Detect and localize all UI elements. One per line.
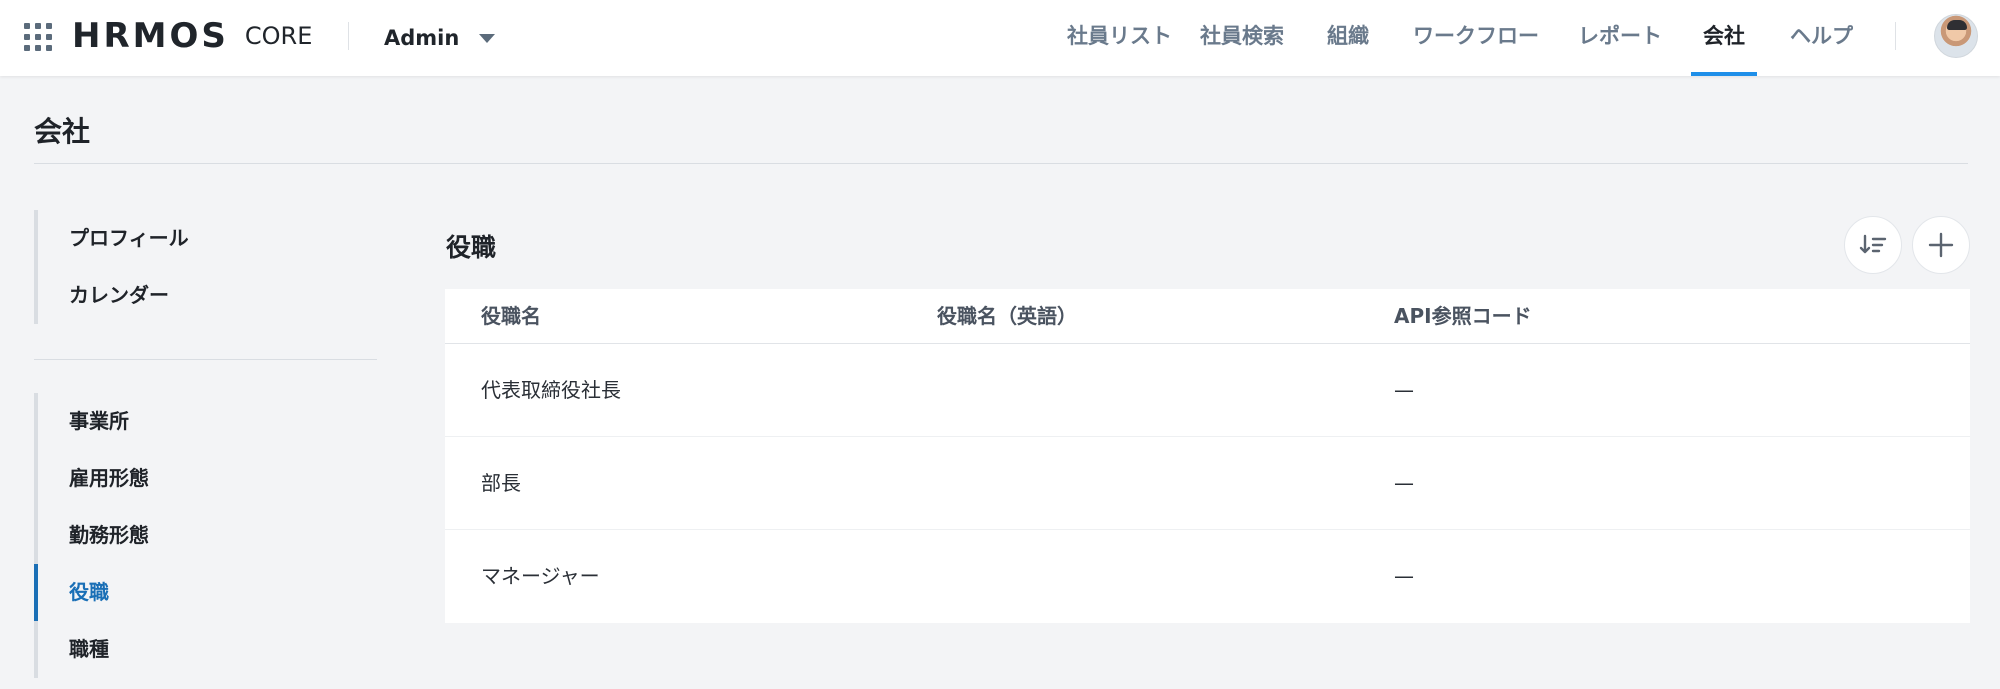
header-divider (348, 22, 349, 50)
sort-icon (1859, 234, 1887, 254)
column-header-name-english: 役職名（英語） (937, 304, 1077, 328)
header-divider (1895, 22, 1896, 50)
table-row[interactable]: 部長 — (445, 437, 1970, 530)
table-row[interactable]: 代表取締役社長 — (445, 344, 1970, 437)
nav-employee-search[interactable]: 社員検索 (1200, 0, 1284, 76)
nav-workflow[interactable]: ワークフロー (1413, 0, 1539, 76)
cell-api-code: — (1394, 564, 1414, 588)
logo-mark: HRMOS (72, 16, 229, 56)
nav-company[interactable]: 会社 (1691, 0, 1757, 76)
add-position-button[interactable] (1912, 216, 1970, 274)
logo-product: CORE (244, 22, 313, 50)
sidebar-item-job-types[interactable]: 職種 (38, 621, 149, 678)
column-header-name: 役職名 (481, 304, 541, 328)
nav-report[interactable]: レポート (1578, 0, 1662, 76)
cell-api-code: — (1394, 471, 1414, 495)
sidebar-item-profile[interactable]: プロフィール (38, 210, 189, 267)
section-title: 役職 (446, 233, 497, 262)
table-row[interactable]: マネージャー — (445, 530, 1970, 623)
cell-name: 代表取締役社長 (481, 378, 621, 402)
role-label: Admin (384, 26, 460, 50)
nav-help[interactable]: ヘルプ (1790, 0, 1853, 76)
app-grid-icon[interactable] (24, 23, 52, 51)
logo[interactable]: HRMOS CORE (72, 16, 312, 56)
sidebar-item-employment-types[interactable]: 雇用形態 (38, 450, 149, 507)
top-header: HRMOS CORE Admin 社員リスト 社員検索 組織 ワークフロー レポ… (0, 0, 2000, 76)
cell-name: マネージャー (481, 564, 600, 588)
plus-icon (1928, 232, 1954, 258)
page-title: 会社 (34, 115, 91, 148)
sort-button[interactable] (1844, 216, 1902, 274)
sidebar-item-work-styles[interactable]: 勤務形態 (38, 507, 149, 564)
cell-name: 部長 (481, 471, 521, 495)
sidebar-group-master: 事業所 雇用形態 勤務形態 役職 職種 (34, 393, 149, 678)
chevron-down-icon (479, 33, 496, 43)
title-divider (34, 163, 1968, 164)
sidebar-item-positions[interactable]: 役職 (34, 564, 149, 621)
sidebar-item-calendar[interactable]: カレンダー (38, 267, 189, 324)
sidebar-group-basic: プロフィール カレンダー (34, 210, 189, 324)
column-header-api-code: API参照コード (1394, 304, 1532, 328)
table-header: 役職名 役職名（英語） API参照コード (445, 289, 1970, 344)
sidebar-divider (34, 359, 377, 360)
nav-organization[interactable]: 組織 (1327, 0, 1369, 76)
sidebar-item-offices[interactable]: 事業所 (38, 393, 149, 450)
role-switcher[interactable]: Admin (384, 20, 496, 56)
cell-api-code: — (1394, 378, 1414, 402)
positions-table: 役職名 役職名（英語） API参照コード 代表取締役社長 — 部長 — マネージ… (445, 289, 1970, 623)
nav-employee-list[interactable]: 社員リスト (1067, 0, 1172, 76)
avatar[interactable] (1934, 14, 1978, 58)
